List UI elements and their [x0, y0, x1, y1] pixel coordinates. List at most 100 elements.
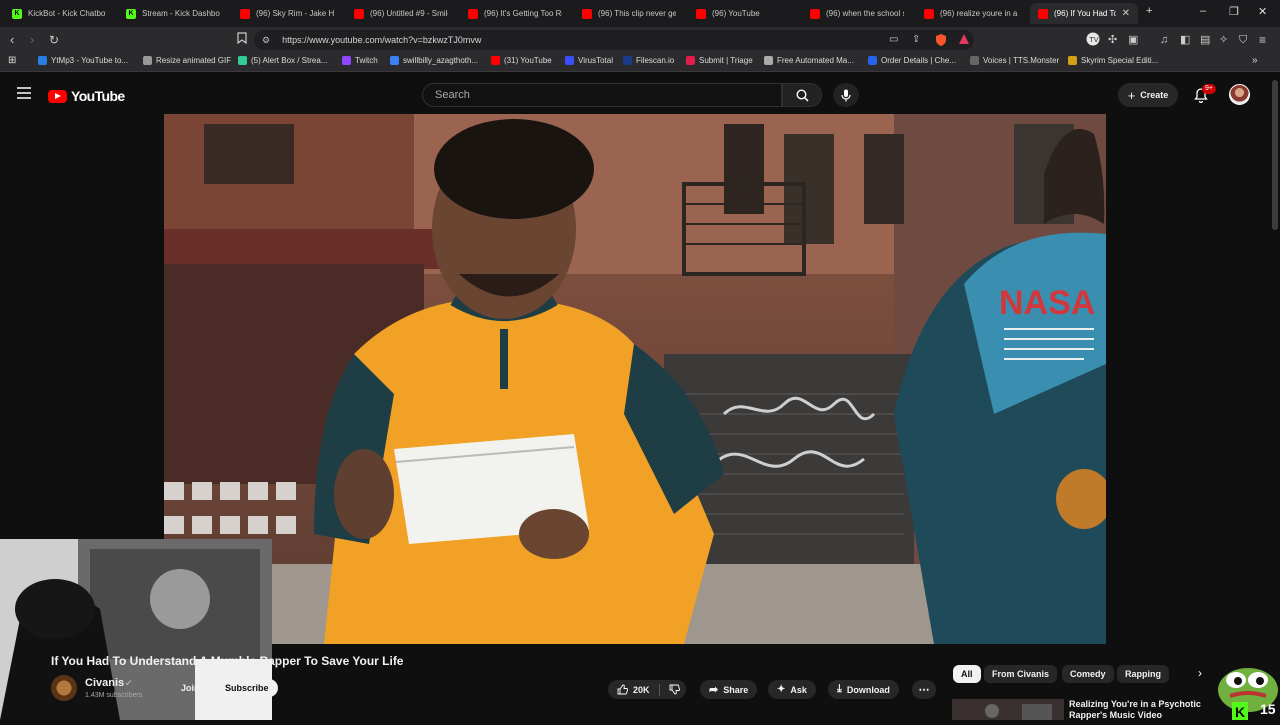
search-button[interactable] — [782, 83, 822, 107]
forward-icon[interactable]: › — [30, 32, 34, 48]
filter-chip[interactable]: From Civanis — [984, 665, 1058, 683]
browser-tab[interactable]: (96) YouTube — [688, 3, 798, 24]
bookmark-label: Submit | Triage — [699, 56, 753, 65]
bookmark-favicon-icon — [390, 56, 399, 65]
chips-next-icon[interactable]: › — [1198, 666, 1202, 680]
reload-icon[interactable]: ↻ — [49, 32, 59, 48]
thumbs-down-icon[interactable] — [669, 684, 680, 695]
filter-chip[interactable]: All — [953, 665, 981, 683]
browser-tab[interactable]: (96) If You Had To ✕ — [1030, 3, 1138, 24]
download-label: Download — [846, 684, 890, 695]
bookmark-item[interactable]: VirusTotal — [565, 56, 613, 65]
tab-title: (96) when the school s — [826, 9, 904, 18]
bookmark-icon[interactable] — [237, 32, 247, 49]
maximize-button[interactable]: ❐ — [1229, 5, 1239, 18]
share-page-icon[interactable]: ⇪ — [912, 32, 920, 48]
download-button[interactable]: ⤓ Download — [828, 680, 899, 699]
bookmark-item[interactable]: swillbilly_azagthoth... — [390, 56, 478, 65]
menu-icon[interactable]: ≡ — [1259, 32, 1266, 48]
bookmark-item[interactable]: YtMp3 - YouTube to... — [38, 56, 128, 65]
voice-search-button[interactable] — [833, 83, 859, 107]
bookmark-item[interactable]: (31) YouTube — [491, 56, 552, 65]
bookmark-item[interactable]: Voices | TTS.Monster — [970, 56, 1059, 65]
more-actions-button[interactable]: ⋯ — [912, 680, 936, 699]
new-tab-button[interactable]: + — [1146, 5, 1152, 17]
browser-tab[interactable]: (96) Sky Rim - Jake Hoff — [232, 3, 342, 24]
close-tab-icon[interactable]: ✕ — [1122, 8, 1130, 19]
suggested-title[interactable]: Realizing You're in a Psychotic Rapper's… — [1069, 699, 1209, 720]
browser-tab[interactable]: (96) Untitled #9 - Smile — [346, 3, 456, 24]
more-dots-icon: ⋯ — [918, 684, 930, 696]
browser-toolbar: ‹ › ↻ ⚙ https://www.youtube.com/watch?v=… — [0, 27, 1280, 53]
plus-icon: + — [1127, 87, 1136, 103]
sparkle-icon: ✦ — [777, 684, 786, 695]
bookmark-label: Free Automated Ma... — [777, 56, 854, 65]
back-icon[interactable]: ‹ — [10, 32, 14, 48]
extension-icon-3[interactable]: ▣ — [1128, 32, 1138, 48]
youtube-logo[interactable]: YouTube — [48, 88, 125, 104]
site-info-icon[interactable]: ⚙ — [262, 35, 270, 46]
tab-title: (96) This clip never gets — [598, 9, 676, 18]
bookmark-label: (5) Alert Box / Strea... — [251, 56, 328, 65]
subscribe-button[interactable]: Subscribe — [216, 679, 278, 697]
create-button[interactable]: + Create — [1118, 83, 1178, 107]
brave-rewards-icon[interactable] — [958, 33, 970, 49]
ask-label: Ask — [790, 684, 807, 695]
subscriber-count: 1.43M subscribers — [85, 692, 143, 699]
page-scrollbar[interactable] — [1272, 80, 1278, 230]
video-frame: NASA — [164, 114, 1106, 644]
browser-tab-strip: K KickBot - Kick Chatbot K Stream - Kick Da… — [0, 0, 1280, 27]
brave-shield-icon[interactable] — [934, 33, 948, 51]
hamburger-menu-icon[interactable] — [17, 86, 31, 104]
like-button[interactable]: 20K — [608, 680, 686, 699]
bookmark-favicon-icon — [1068, 56, 1077, 65]
address-bar[interactable]: ⚙ https://www.youtube.com/watch?v=bzkwzT… — [254, 30, 974, 50]
wallet-icon[interactable]: ▤ — [1200, 32, 1210, 48]
thumbs-up-icon — [617, 684, 628, 695]
browser-tab[interactable]: (96) when the school s — [802, 3, 912, 24]
bookmark-item[interactable]: Free Automated Ma... — [764, 56, 854, 65]
bookmark-label: (31) YouTube — [504, 56, 552, 65]
browser-tab[interactable]: K Stream - Kick Dashboard — [118, 3, 228, 24]
share-button[interactable]: ➦ Share — [700, 680, 758, 699]
kick-favicon-icon: K — [12, 8, 22, 19]
bookmark-item[interactable]: Skyrim Special Editi... — [1068, 56, 1158, 65]
screen-cast-icon[interactable]: ▭ — [889, 32, 898, 48]
extension-icon-2[interactable]: ✣ — [1108, 32, 1117, 48]
url-text[interactable]: https://www.youtube.com/watch?v=bzkwzTJ0… — [282, 35, 481, 45]
extension-icon-1[interactable]: TV — [1086, 32, 1100, 50]
browser-tab[interactable]: (96) realize youre in a — [916, 3, 1026, 24]
user-avatar[interactable] — [1229, 84, 1250, 105]
browser-tab[interactable]: (96) It's Getting Too Real — [460, 3, 570, 24]
filter-chip[interactable]: Comedy — [1062, 665, 1114, 683]
svg-text:TV: TV — [1089, 36, 1099, 44]
filter-chip[interactable]: Rapping — [1117, 665, 1169, 683]
video-player[interactable]: NASA — [164, 114, 1106, 644]
close-window-button[interactable]: ✕ — [1258, 5, 1267, 18]
apps-grid-icon[interactable]: ⊞ — [8, 55, 16, 66]
bookmark-item[interactable]: (5) Alert Box / Strea... — [238, 56, 327, 65]
bookmark-label: Twitch — [355, 56, 378, 65]
browser-tab[interactable]: (96) This clip never gets — [574, 3, 684, 24]
bookmark-favicon-icon — [38, 56, 47, 65]
bookmark-item[interactable]: Order Details | Che... — [868, 56, 956, 65]
vpn-icon[interactable]: ⛉ — [1239, 32, 1247, 48]
bookmark-item[interactable]: Submit | Triage — [686, 56, 753, 65]
join-button[interactable]: Join — [181, 683, 200, 693]
bookmark-label: Filescan.io — [636, 56, 675, 65]
more-bookmarks-icon[interactable]: » — [1252, 55, 1258, 66]
bookmark-item[interactable]: Resize animated GIF — [143, 56, 231, 65]
bookmark-item[interactable]: Twitch — [342, 56, 378, 65]
music-icon[interactable]: ♫ — [1160, 32, 1168, 48]
browser-tab[interactable]: K KickBot - Kick Chatbot — [4, 3, 114, 24]
channel-name[interactable]: Civanis — [85, 677, 124, 689]
tab-title: (96) It's Getting Too Real — [484, 9, 562, 18]
sidebar-icon[interactable]: ◧ — [1180, 32, 1190, 48]
minimize-button[interactable]: – — [1200, 5, 1206, 17]
bookmark-item[interactable]: Filescan.io — [623, 56, 674, 65]
ask-button[interactable]: ✦ Ask — [768, 680, 816, 699]
leo-ai-icon[interactable]: ✧ — [1219, 32, 1228, 48]
channel-avatar[interactable] — [51, 675, 77, 701]
search-input[interactable]: Search — [422, 83, 782, 107]
suggested-thumbnail[interactable] — [952, 699, 1064, 720]
